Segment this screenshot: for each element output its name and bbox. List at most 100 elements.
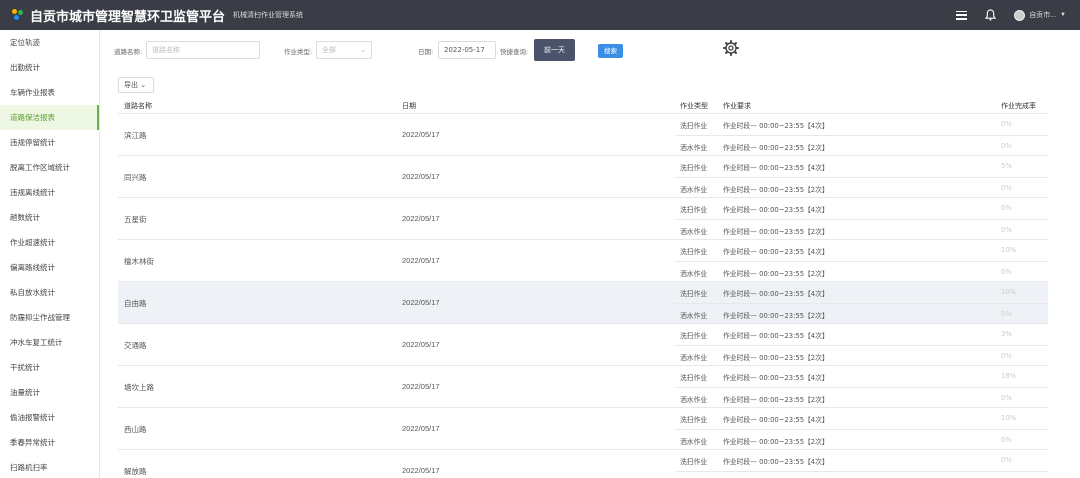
export-dropdown[interactable]: 导出 ⌄ [118,77,154,93]
task-subrow: 洒水作业 作业时段— 00:00~23:55【2次】 0% [675,429,1048,450]
work-type-cell: 洒水作业 [680,438,708,446]
road-name-cell: 塘坎上路 [124,383,154,392]
table-row[interactable]: 西山路 2022/05/17 洗扫作业 作业时段— 00:00~23:55【4次】 10… [118,408,1048,450]
task-subrow: 洒水作业 作业时段— 00:00~23:55【2次】 0% [675,219,1048,240]
sidebar-item[interactable]: 定位轨迹 [0,30,99,55]
task-subrow: 洒水作业 作业时段— 00:00~23:55【2次】 0% [675,387,1048,408]
user-menu[interactable]: 自贡市... ▼ [1014,9,1066,21]
completion-rate-cell: 10% [1001,414,1017,422]
road-name-cell: 交通路 [124,341,147,350]
road-name-input[interactable]: 道路名称 [146,41,260,59]
requirement-cell: 作业时段— 00:00~23:55【4次】 [723,206,829,214]
app-title: 自贡市城市管理智慧环卫监管平台 [30,9,226,25]
work-type-cell: 洗扫作业 [680,122,708,130]
task-subrow: 洒水作业 作业时段— 00:00~23:55【2次】 0% [675,345,1048,366]
requirement-cell: 作业时段— 00:00~23:55【2次】 [723,270,829,278]
chevron-down-icon: ⌄ [140,81,147,89]
work-type-cell: 洗扫作业 [680,458,708,466]
sidebar-item[interactable]: 偷油报警统计 [0,405,99,430]
table-row[interactable]: 自由路 2022/05/17 洗扫作业 作业时段— 00:00~23:55【4次】 10… [118,282,1048,324]
requirement-cell: 作业时段— 00:00~23:55【4次】 [723,290,829,298]
sidebar-item[interactable]: 偏离路线统计 [0,255,99,280]
date-cell: 2022/05/17 [402,256,440,265]
completion-rate-cell: 0% [1001,204,1012,212]
menu-icon[interactable] [956,10,968,20]
col-completion-rate: 作业完成率 [1001,102,1036,110]
sidebar-item[interactable]: 脱离工作区域统计 [0,155,99,180]
sidebar-item[interactable]: 季春异常统计 [0,430,99,455]
work-type-cell: 洗扫作业 [680,290,708,298]
bell-icon[interactable] [985,9,997,21]
sidebar-item[interactable]: 冲水车复工统计 [0,330,99,355]
date-picker[interactable]: 2022-05-17 [438,41,496,59]
task-subrow: 洗扫作业 作业时段— 00:00~23:55【4次】 10% [675,408,1048,429]
requirement-cell: 作业时段— 00:00~23:55【2次】 [723,396,829,404]
table-row[interactable]: 檀木林街 2022/05/17 洗扫作业 作业时段— 00:00~23:55【4次】 1… [118,240,1048,282]
table-row[interactable]: 滨江路 2022/05/17 洗扫作业 作业时段— 00:00~23:55【4次】 0%… [118,114,1048,156]
top-header: 自贡市城市管理智慧环卫监管平台 机械清扫作业管理系统 自贡市... ▼ [0,0,1080,30]
sidebar-item[interactable]: 违规停留统计 [0,130,99,155]
col-road-name: 道路名称 [124,102,152,110]
road-name-cell: 檀木林街 [124,257,154,266]
work-type-cell: 洗扫作业 [680,206,708,214]
sidebar-item[interactable]: 出勤统计 [0,55,99,80]
requirement-cell: 作业时段— 00:00~23:55【4次】 [723,458,829,466]
sidebar: 定位轨迹 出勤统计 车辆作业报表 道路保洁报表 违规停留统计 脱离工作区域统计 违规离线统计… [0,30,100,478]
date-cell: 2022/05/17 [402,340,440,349]
quick-query-label: 快捷查询: [500,48,529,56]
completion-rate-cell: 3% [1001,330,1012,338]
requirement-cell: 作业时段— 00:00~23:55【4次】 [723,332,829,340]
task-subrow: 洗扫作业 作业时段— 00:00~23:55【4次】 10% [675,240,1048,261]
road-cleaning-table: 道路名称 日期 作业类型 作业要求 作业完成率 滨江路 2022/05/17 洗扫作… [118,96,1048,478]
road-name-cell: 五星街 [124,215,147,224]
work-type-label: 作业类型: [284,48,313,56]
completion-rate-cell: 0% [1001,352,1012,360]
sidebar-item[interactable]: 私自放水统计 [0,280,99,305]
table-row[interactable]: 五星街 2022/05/17 洗扫作业 作业时段— 00:00~23:55【4次】 0%… [118,198,1048,240]
table-row[interactable]: 同兴路 2022/05/17 洗扫作业 作业时段— 00:00~23:55【4次】 5%… [118,156,1048,198]
sidebar-item[interactable]: 车辆作业报表 [0,80,99,105]
sidebar-item[interactable]: 扫路机扫率 [0,455,99,478]
road-name-cell: 自由路 [124,299,147,308]
requirement-cell: 作业时段— 00:00~23:55【4次】 [723,248,829,256]
chevron-down-icon: ⌄ [360,46,366,54]
gear-icon[interactable] [723,40,739,56]
requirement-cell: 作业时段— 00:00~23:55【2次】 [723,228,829,236]
sidebar-item[interactable]: 趟数统计 [0,205,99,230]
work-type-cell: 洗扫作业 [680,164,708,172]
filter-bar: 道路名称: 道路名称 作业类型: 全部 ⌄ 日期: 2022-05-17 快捷查… [100,30,1080,74]
road-name-cell: 解放路 [124,467,147,476]
requirement-cell: 作业时段— 00:00~23:55【4次】 [723,374,829,382]
date-cell: 2022/05/17 [402,466,440,475]
task-subrow: 洒水作业 作业时段— 00:00~23:55【2次】 0% [675,261,1048,282]
sidebar-item[interactable]: 道路保洁报表 [0,105,99,130]
completion-rate-cell: 0% [1001,394,1012,402]
requirement-cell: 作业时段— 00:00~23:55【2次】 [723,354,829,362]
completion-rate-cell: 10% [1001,288,1017,296]
work-type-select[interactable]: 全部 ⌄ [316,41,372,59]
sidebar-item[interactable]: 违规离线统计 [0,180,99,205]
work-type-cell: 洗扫作业 [680,374,708,382]
chevron-down-icon: ▼ [1060,12,1066,18]
requirement-cell: 作业时段— 00:00~23:55【2次】 [723,312,829,320]
task-subrow: 洗扫作业 作业时段— 00:00~23:55【4次】 0% [675,450,1048,471]
prev-day-button[interactable]: 前一天 [534,39,575,61]
search-button[interactable]: 搜索 [598,44,623,58]
table-row[interactable]: 解放路 2022/05/17 洗扫作业 作业时段— 00:00~23:55【4次】 0%… [118,450,1048,478]
sidebar-item[interactable]: 作业超速统计 [0,230,99,255]
sidebar-item[interactable]: 防霾抑尘作战管理 [0,305,99,330]
completion-rate-cell: 0% [1001,184,1012,192]
requirement-cell: 作业时段— 00:00~23:55【4次】 [723,416,829,424]
sidebar-item[interactable]: 干扰统计 [0,355,99,380]
sidebar-item[interactable]: 油量统计 [0,380,99,405]
completion-rate-cell: 0% [1001,226,1012,234]
task-subrow: 洗扫作业 作业时段— 00:00~23:55【4次】 3% [675,324,1048,345]
date-cell: 2022/05/17 [402,214,440,223]
requirement-cell: 作业时段— 00:00~23:55【2次】 [723,438,829,446]
road-name-cell: 同兴路 [124,173,147,182]
table-row[interactable]: 交通路 2022/05/17 洗扫作业 作业时段— 00:00~23:55【4次】 3%… [118,324,1048,366]
col-work-type: 作业类型 [680,102,708,110]
table-row[interactable]: 塘坎上路 2022/05/17 洗扫作业 作业时段— 00:00~23:55【4次】 1… [118,366,1048,408]
work-type-cell: 洒水作业 [680,186,708,194]
completion-rate-cell: 0% [1001,310,1012,318]
